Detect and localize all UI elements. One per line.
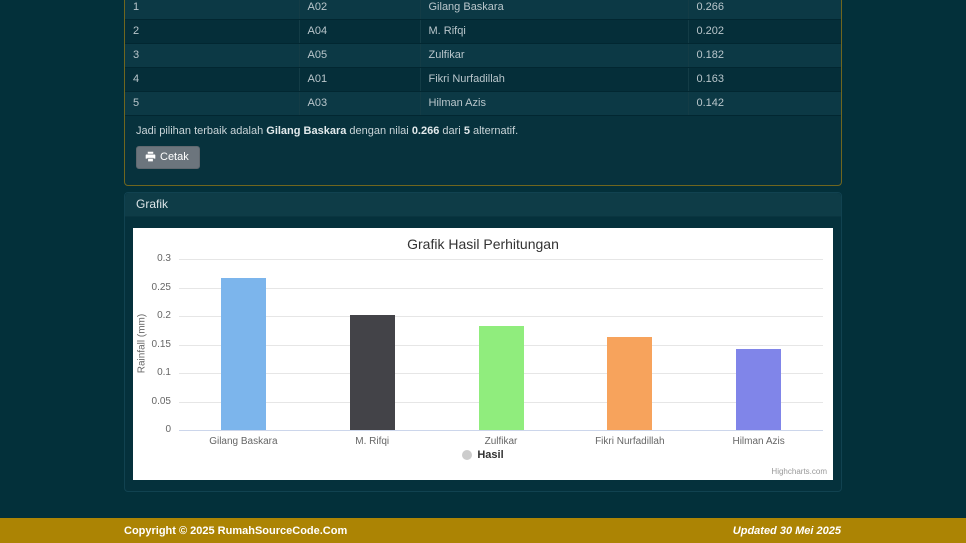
y-axis-tick-label: 0.05 [137,396,171,407]
chart-title: Grafik Hasil Perhitungan [133,236,833,252]
printer-icon [145,151,156,162]
cell-value: 0.163 [688,67,841,91]
cell-code: A02 [299,0,420,19]
chart-bar[interactable] [221,278,266,430]
y-axis-tick-label: 0.3 [137,253,171,264]
conclusion-prefix: Jadi pilihan terbaik adalah [136,125,266,137]
conclusion-middle2: dari [439,125,463,137]
chart-panel-header: Grafik [125,193,841,217]
print-button-label: Cetak [160,150,189,164]
results-table: 1A02Gilang Baskara0.2662A04M. Rifqi0.202… [125,0,841,116]
cell-name: Gilang Baskara [420,0,688,19]
conclusion-suffix: alternatif. [470,125,518,137]
cell-code: A04 [299,19,420,43]
highcharts-credits-link[interactable]: Highcharts.com [771,467,827,476]
cell-name: M. Rifqi [420,19,688,43]
results-panel-body: Jadi pilihan terbaik adalah Gilang Baska… [125,116,841,185]
x-axis-label: Gilang Baskara [183,436,303,447]
cell-rank: 5 [125,91,299,115]
table-row: 2A04M. Rifqi0.202 [125,19,841,43]
best-alternative-value: 0.266 [412,125,440,137]
chart-legend[interactable]: Hasil [133,449,833,461]
cell-value: 0.182 [688,43,841,67]
results-table-body: 1A02Gilang Baskara0.2662A04M. Rifqi0.202… [125,0,841,115]
x-axis-line [179,430,823,431]
cell-name: Zulfikar [420,43,688,67]
chart-bar[interactable] [736,349,781,430]
x-axis-label: Zulfikar [441,436,561,447]
x-axis-label: Hilman Azis [699,436,819,447]
cell-rank: 2 [125,19,299,43]
y-axis-tick-label: 0.15 [137,339,171,350]
chart-panel-title: Grafik [136,197,168,211]
chart-panel: Grafik Grafik Hasil Perhitungan Rainfall… [124,192,842,492]
table-row: 3A05Zulfikar0.182 [125,43,841,67]
y-axis-tick-label: 0.25 [137,282,171,293]
y-axis-tick-label: 0.1 [137,367,171,378]
best-alternative-name: Gilang Baskara [266,125,346,137]
cell-code: A05 [299,43,420,67]
x-axis-label: M. Rifqi [312,436,432,447]
results-panel: 1A02Gilang Baskara0.2662A04M. Rifqi0.202… [124,0,842,186]
gridline [179,259,823,260]
gridline [179,288,823,289]
footer-updated: Updated 30 Mei 2025 [733,525,841,537]
footer: Copyright © 2025 RumahSourceCode.Com Upd… [0,518,966,543]
legend-label: Hasil [477,449,503,461]
chart-bar[interactable] [479,326,524,430]
table-row: 5A03Hilman Azis0.142 [125,91,841,115]
bar-chart: Grafik Hasil Perhitungan Rainfall (mm) 0… [133,228,833,480]
cell-code: A03 [299,91,420,115]
conclusion-text: Jadi pilihan terbaik adalah Gilang Baska… [136,125,830,137]
x-axis-label: Fikri Nurfadillah [570,436,690,447]
cell-value: 0.266 [688,0,841,19]
cell-code: A01 [299,67,420,91]
gridline [179,316,823,317]
cell-name: Hilman Azis [420,91,688,115]
cell-rank: 3 [125,43,299,67]
table-row: 4A01Fikri Nurfadillah0.163 [125,67,841,91]
chart-panel-body: Grafik Hasil Perhitungan Rainfall (mm) 0… [125,217,841,491]
conclusion-middle1: dengan nilai [346,125,411,137]
print-button[interactable]: Cetak [136,146,200,169]
footer-copyright: Copyright © 2025 RumahSourceCode.Com [124,525,347,537]
cell-value: 0.202 [688,19,841,43]
y-axis-tick-label: 0 [137,424,171,435]
table-row: 1A02Gilang Baskara0.266 [125,0,841,19]
cell-value: 0.142 [688,91,841,115]
cell-rank: 4 [125,67,299,91]
legend-marker-icon [462,450,472,460]
chart-bar[interactable] [607,337,652,430]
cell-rank: 1 [125,0,299,19]
chart-bar[interactable] [350,315,395,430]
cell-name: Fikri Nurfadillah [420,67,688,91]
y-axis-tick-label: 0.2 [137,310,171,321]
